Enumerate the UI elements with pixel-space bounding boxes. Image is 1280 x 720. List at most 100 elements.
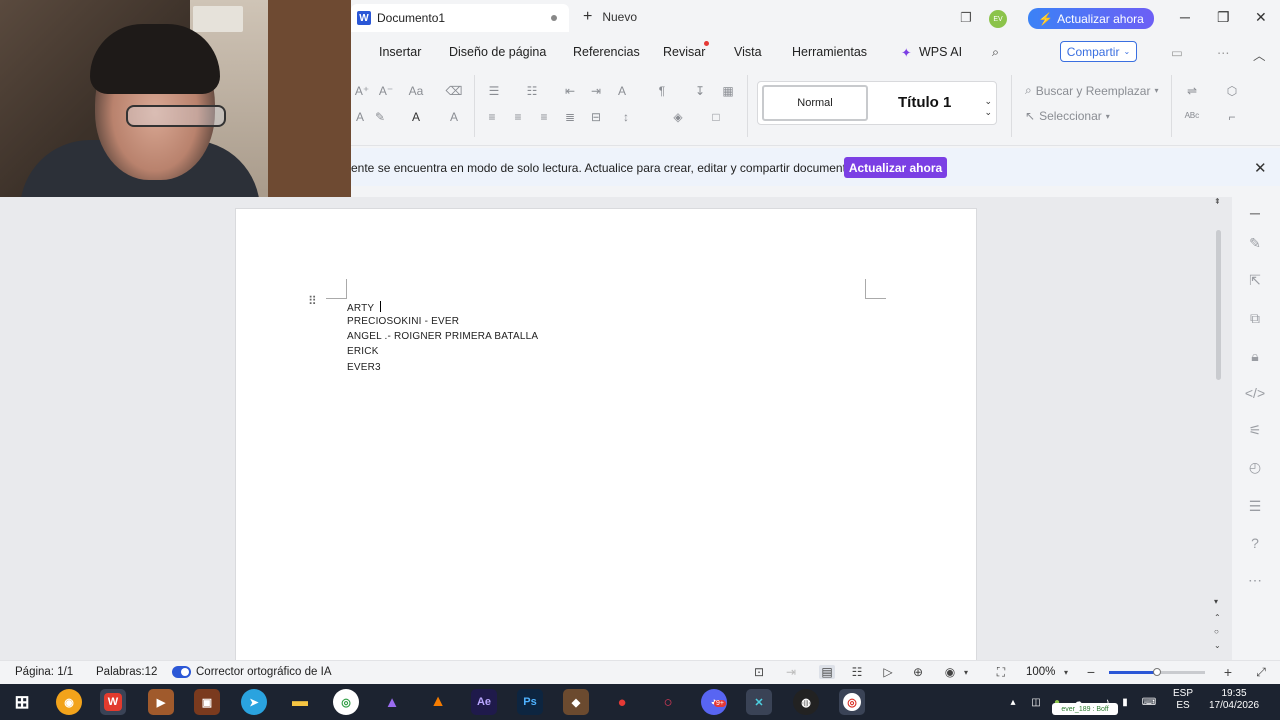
reading-mode-icon[interactable]: ⇥ bbox=[783, 665, 799, 679]
prev-page-icon[interactable]: ⌃ bbox=[1214, 613, 1221, 622]
tray-app-icon[interactable]: ◫ bbox=[1029, 696, 1043, 708]
shading-icon[interactable]: ◈ bbox=[669, 109, 687, 125]
zoom-in-icon[interactable]: + bbox=[1220, 664, 1236, 680]
align-left-icon[interactable]: ≡ bbox=[483, 109, 501, 125]
document-page[interactable]: ⠿ ARTY PRECIOSOKINI - EVER ANGEL .- ROIG… bbox=[235, 208, 977, 668]
play-icon[interactable]: ▷ bbox=[880, 665, 896, 679]
fit-page-icon[interactable]: ⛶ bbox=[993, 665, 1009, 679]
game-icon[interactable]: ◆ bbox=[563, 689, 589, 715]
zoom-dropdown-icon[interactable]: ▾ bbox=[1058, 665, 1074, 679]
change-case-icon[interactable]: Aa bbox=[407, 83, 425, 99]
vertical-scrollbar[interactable]: ⇞ ▾ ⌃ ○ ⌄ bbox=[1213, 197, 1225, 660]
zoom-level[interactable]: 100% bbox=[1026, 666, 1055, 678]
photoshop-icon[interactable]: Ps bbox=[517, 689, 543, 715]
doc-line[interactable]: ANGEL .- ROIGNER PRIMERA BATALLA bbox=[347, 331, 538, 342]
help-icon[interactable]: ? bbox=[1246, 534, 1264, 552]
bullet-list-icon[interactable]: ☰ bbox=[485, 83, 503, 99]
file-explorer-icon[interactable]: ▬ bbox=[287, 689, 313, 715]
language-indicator[interactable]: ESP ES bbox=[1170, 688, 1196, 712]
after-effects-icon[interactable]: Ae bbox=[471, 689, 497, 715]
scrollbar-thumb[interactable] bbox=[1216, 230, 1221, 380]
tab-insertar[interactable]: Insertar bbox=[379, 45, 421, 59]
search-icon[interactable]: ⌕ bbox=[992, 45, 999, 60]
collapse-sidebar-icon[interactable]: ─ bbox=[1246, 204, 1264, 222]
window-layout-icon[interactable]: ❐ bbox=[958, 10, 974, 26]
game-icon[interactable]: ▣ bbox=[194, 689, 220, 715]
document-tab[interactable]: W Documento1 bbox=[351, 4, 569, 32]
tab-herramientas[interactable]: Herramientas bbox=[792, 45, 867, 59]
share-button[interactable]: Compartir ⌄ bbox=[1060, 41, 1137, 62]
tab-revisar[interactable]: Revisar bbox=[663, 45, 705, 59]
table-grid-icon[interactable]: ▦ bbox=[719, 83, 737, 99]
media-player-icon[interactable]: ▶ bbox=[148, 689, 174, 715]
distributed-icon[interactable]: ⊟ bbox=[587, 109, 605, 125]
scroll-top-icon[interactable]: ⇞ bbox=[1214, 197, 1221, 206]
tab-diseno-de-pagina[interactable]: Diseño de página bbox=[449, 45, 546, 59]
chrome-icon[interactable]: ◎ bbox=[333, 689, 359, 715]
close-notice-icon[interactable]: ✕ bbox=[1254, 159, 1267, 177]
word-count[interactable]: Palabras:12 bbox=[96, 666, 157, 678]
find-replace-button[interactable]: ⌕ Buscar y Reemplazar ▾ bbox=[1025, 83, 1158, 98]
capcut-icon[interactable]: ✕ bbox=[746, 689, 772, 715]
chrome-active-icon[interactable]: ◎ bbox=[839, 689, 865, 715]
translate-icon[interactable]: ⬡ bbox=[1223, 83, 1241, 99]
notice-upgrade-button[interactable]: Actualizar ahora bbox=[844, 157, 947, 178]
zoom-out-icon[interactable]: − bbox=[1083, 664, 1099, 680]
clock[interactable]: 19:35 17/04/2026 bbox=[1200, 688, 1268, 712]
keyboard-icon[interactable]: ⌨ bbox=[1142, 696, 1156, 708]
avatar[interactable]: EV bbox=[989, 10, 1007, 28]
highlight-icon[interactable]: ✎ bbox=[371, 109, 389, 125]
eye-icon[interactable]: ◉ bbox=[942, 665, 958, 679]
more-icon[interactable]: ⋯ bbox=[1217, 45, 1230, 60]
more-tools-icon[interactable]: ⌐ bbox=[1223, 109, 1241, 125]
styles-scroll-icon[interactable]: ⌄ ⌄ bbox=[984, 96, 992, 118]
numbered-list-icon[interactable]: ☷ bbox=[523, 83, 541, 99]
text-effect-icon[interactable]: A bbox=[351, 109, 369, 125]
outline-icon[interactable]: ☰ bbox=[1246, 497, 1264, 515]
code-icon[interactable]: </> bbox=[1245, 384, 1265, 402]
app-icon-orange[interactable]: ◉ bbox=[56, 689, 82, 715]
next-page-icon[interactable]: ⌄ bbox=[1214, 641, 1221, 650]
style-title-1[interactable]: Título 1 bbox=[898, 94, 951, 111]
text-direction-icon[interactable]: ⇌ bbox=[1183, 83, 1201, 99]
outline-view-icon[interactable]: ☷ bbox=[849, 665, 865, 679]
zoom-slider-knob[interactable] bbox=[1153, 668, 1161, 676]
windows-start-icon[interactable]: ⊞ bbox=[9, 689, 35, 715]
new-tab-button[interactable]: + Nuevo bbox=[583, 9, 637, 25]
collapse-ribbon-icon[interactable]: ︿ bbox=[1253, 45, 1266, 64]
history-icon[interactable]: ◴ bbox=[1246, 458, 1264, 476]
app-icon-pink[interactable]: ○ bbox=[655, 689, 681, 715]
comment-icon[interactable]: ▭ bbox=[1171, 45, 1183, 60]
unsaved-dot-icon[interactable] bbox=[551, 15, 557, 21]
decrease-indent-icon[interactable]: ⇤ bbox=[561, 83, 579, 99]
style-normal[interactable]: Normal bbox=[762, 85, 868, 121]
align-center-icon[interactable]: ≡ bbox=[509, 109, 527, 125]
pen-icon[interactable]: ✎ bbox=[1246, 234, 1264, 252]
font-color-icon[interactable]: A bbox=[407, 109, 425, 125]
align-right-icon[interactable]: ≡ bbox=[535, 109, 553, 125]
eraser-icon[interactable]: ⌫ bbox=[445, 83, 463, 99]
tab-wps-ai[interactable]: WPS AI bbox=[919, 45, 962, 59]
doc-line[interactable]: EVER3 bbox=[347, 362, 381, 373]
web-view-icon[interactable]: ⊕ bbox=[910, 665, 926, 679]
telegram-icon[interactable]: ➤ bbox=[241, 689, 267, 715]
scroll-down-icon[interactable]: ▾ bbox=[1214, 597, 1218, 606]
sliders-icon[interactable]: ⚟ bbox=[1246, 421, 1264, 439]
doc-line[interactable]: ERICK bbox=[347, 346, 379, 357]
borders-icon[interactable]: □ bbox=[707, 109, 725, 125]
lock-icon[interactable]: 🔒︎ bbox=[1246, 347, 1264, 365]
copy-icon[interactable]: ⧉ bbox=[1246, 309, 1264, 327]
justify-icon[interactable]: ≣ bbox=[561, 109, 579, 125]
page-indicator[interactable]: Página: 1/1 bbox=[15, 666, 73, 678]
microphone-icon[interactable]: ▮ bbox=[1118, 696, 1132, 708]
select-button[interactable]: ↖ Seleccionar ▾ bbox=[1025, 109, 1110, 123]
restore-icon[interactable]: ❐ bbox=[1217, 9, 1230, 26]
spellcheck-icon[interactable]: ᴬᴮᶜ bbox=[1183, 109, 1201, 125]
page-browse-icon[interactable]: ○ bbox=[1214, 627, 1219, 636]
grow-font-icon[interactable]: A⁺ bbox=[353, 83, 371, 99]
tray-overflow-icon[interactable]: ▴ bbox=[1006, 696, 1020, 708]
zoom-slider[interactable] bbox=[1109, 668, 1205, 676]
line-spacing-icon[interactable]: ↕ bbox=[617, 109, 635, 125]
minimize-icon[interactable]: ─ bbox=[1180, 9, 1190, 25]
tools-icon[interactable]: ▲ bbox=[379, 689, 405, 715]
